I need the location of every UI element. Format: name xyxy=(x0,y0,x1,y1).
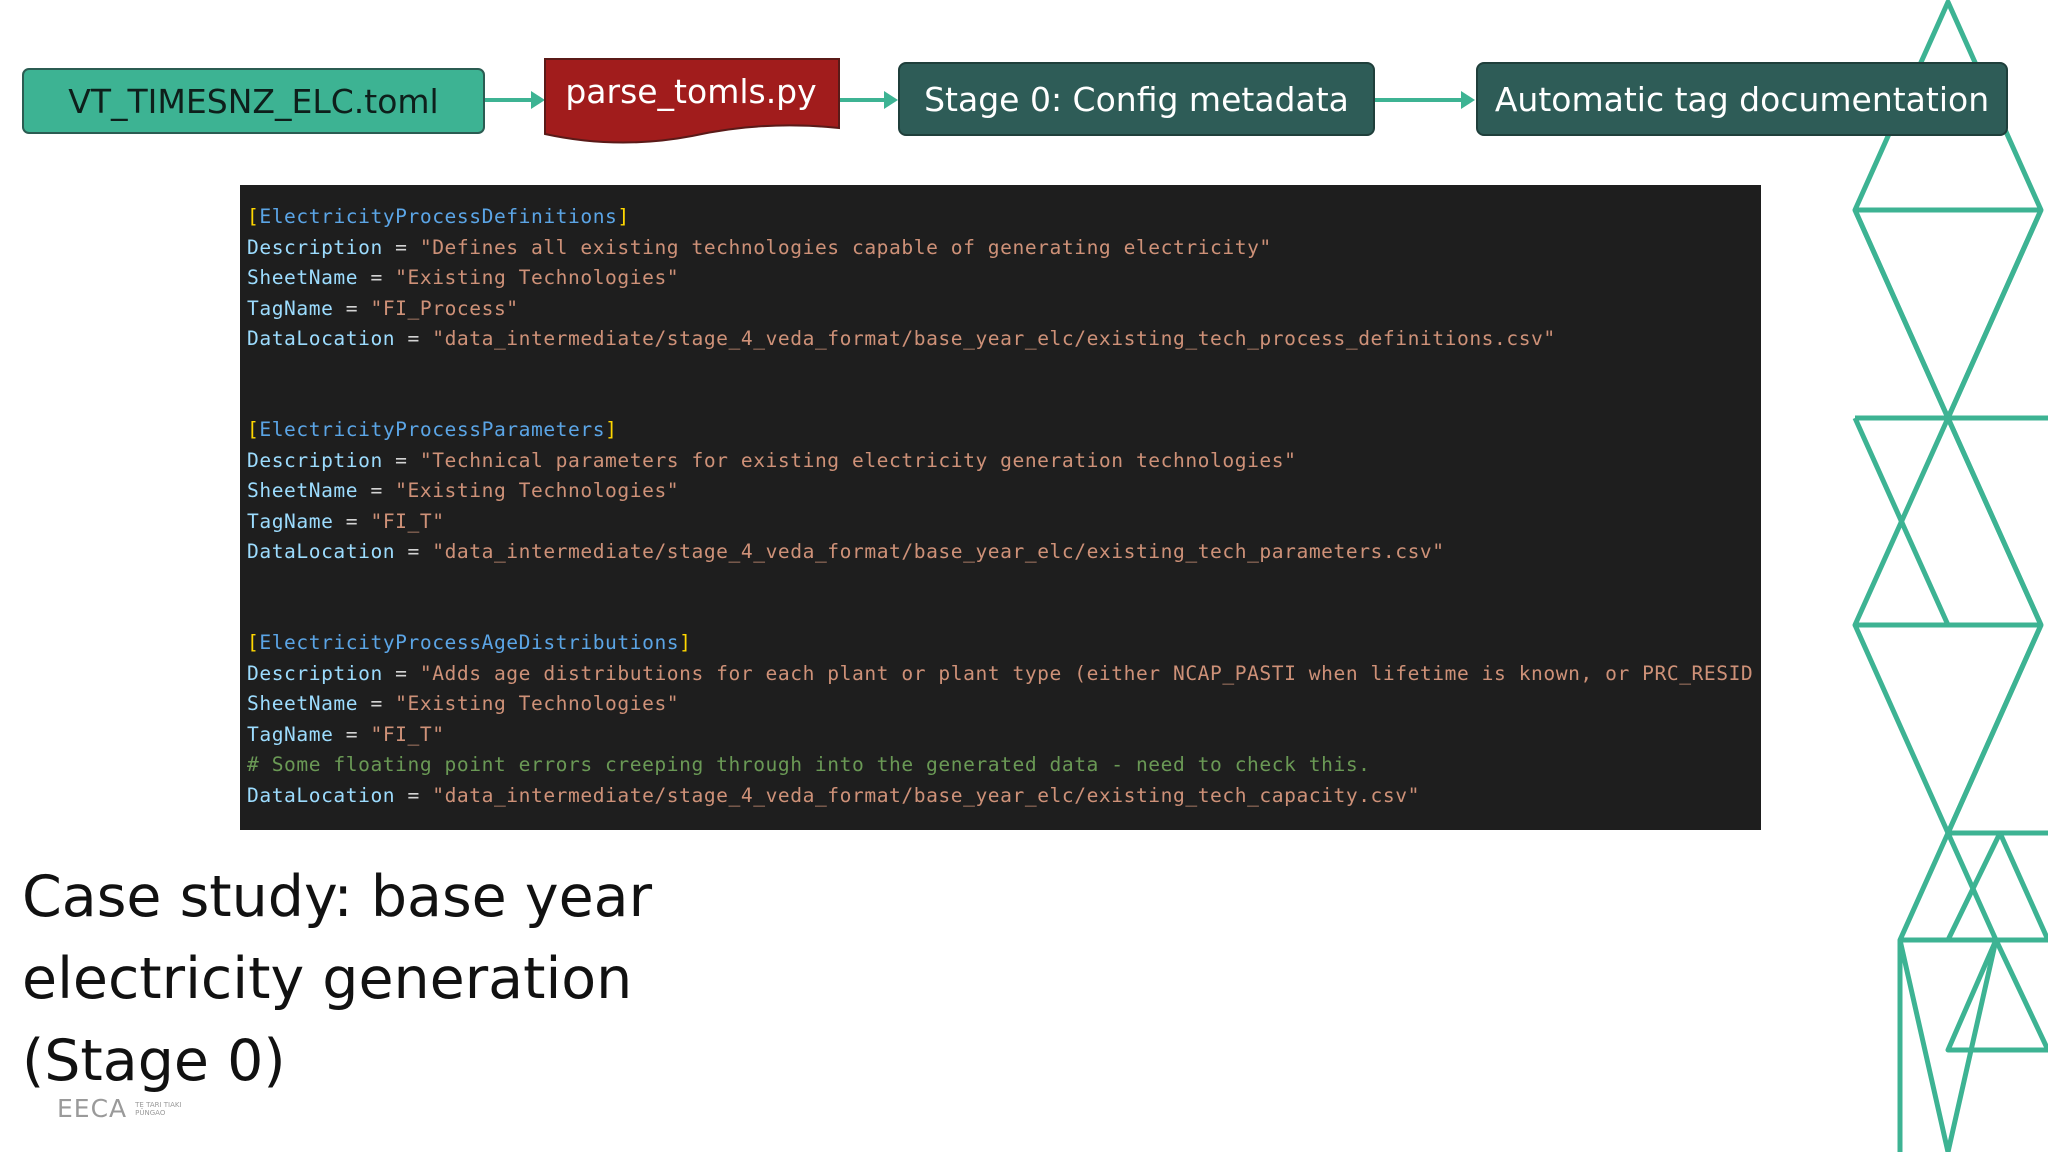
code-line: TagName = "FI_T" xyxy=(247,723,445,746)
slide-title-line: (Stage 0) xyxy=(22,1028,286,1094)
code-comment: # Some floating point errors creeping th… xyxy=(247,753,1371,776)
code-line: DataLocation = "data_intermediate/stage_… xyxy=(247,540,1445,563)
code-line: Description = "Adds age distributions fo… xyxy=(247,662,1754,685)
flow-step-script: parse_tomls.py xyxy=(544,58,838,130)
slide-title-line: electricity generation xyxy=(22,946,633,1012)
logo-tagline: TE TARI TIAKI PŪNGAO xyxy=(135,1100,182,1117)
code-line: Description = "Defines all existing tech… xyxy=(247,236,1272,259)
flow-step-tag-documentation: Automatic tag documentation xyxy=(1476,62,2008,136)
flow-step-toml-file: VT_TIMESNZ_ELC.toml xyxy=(22,68,485,134)
flow-step-config-metadata: Stage 0: Config metadata xyxy=(898,62,1375,136)
flow-step-script-label: parse_tomls.py xyxy=(565,72,817,111)
code-line: DataLocation = "data_intermediate/stage_… xyxy=(247,327,1556,350)
toml-code-panel: [ElectricityProcessDefinitions] Descript… xyxy=(240,185,1761,830)
code-line: DataLocation = "data_intermediate/stage_… xyxy=(247,784,1420,807)
arrow-icon xyxy=(840,91,898,109)
eeca-logo: EECA TE TARI TIAKI PŪNGAO xyxy=(57,1094,205,1123)
code-line: SheetName = "Existing Technologies" xyxy=(247,479,680,502)
code-line: SheetName = "Existing Technologies" xyxy=(247,266,680,289)
slide-title-line: Case study: base year xyxy=(22,864,653,930)
slide-title: Case study: base year electricity genera… xyxy=(22,856,742,1102)
arrow-icon xyxy=(1375,91,1475,109)
code-line: SheetName = "Existing Technologies" xyxy=(247,692,680,715)
code-section-header: [ElectricityProcessAgeDistributions] xyxy=(247,631,692,654)
flow-step-toml-label: VT_TIMESNZ_ELC.toml xyxy=(68,81,439,121)
flow-step-config-label: Stage 0: Config metadata xyxy=(924,79,1349,119)
code-section-header: [ElectricityProcessParameters] xyxy=(247,418,618,441)
code-line: Description = "Technical parameters for … xyxy=(247,449,1297,472)
code-section-header: [ElectricityProcessDefinitions] xyxy=(247,205,630,228)
code-line: TagName = "FI_T" xyxy=(247,510,445,533)
code-line: TagName = "FI_Process" xyxy=(247,297,519,320)
logo-wordmark: EECA xyxy=(57,1094,128,1123)
arrow-icon xyxy=(485,91,545,109)
flow-step-tag-label: Automatic tag documentation xyxy=(1494,79,1990,119)
